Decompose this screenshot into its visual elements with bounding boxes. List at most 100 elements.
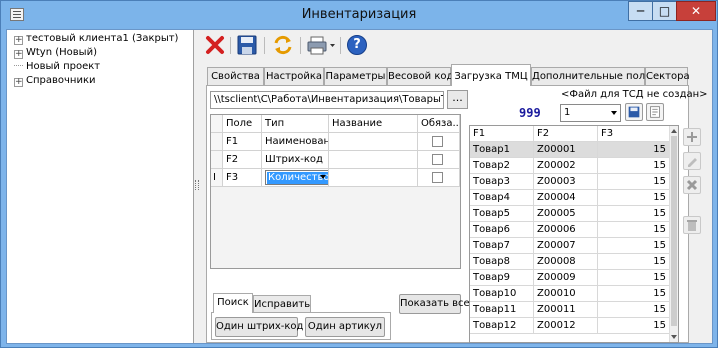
name-cell[interactable] (329, 133, 418, 151)
splitter-handle[interactable] (195, 30, 199, 343)
save-tsd-icon[interactable] (625, 103, 643, 121)
table-row[interactable]: Товар8 Z00008 15 (470, 254, 670, 270)
quantity-cell[interactable]: 15 (598, 158, 670, 174)
current-row-marker[interactable]: I (211, 169, 223, 187)
table-row[interactable]: F1 Наименование (211, 133, 460, 151)
type-cell[interactable]: Количество (262, 169, 329, 187)
code-cell[interactable]: Z00009 (534, 270, 598, 286)
type-dropdown[interactable]: Количество (265, 170, 328, 185)
show-all-button[interactable]: Показать все (399, 294, 470, 314)
file-path-input[interactable]: \\tsclient\C\Работа\Инвентаризация\Товар… (210, 91, 444, 109)
tsd-file-select[interactable]: 1 (560, 104, 621, 122)
quantity-cell[interactable]: 15 (598, 254, 670, 270)
chevron-down-icon[interactable] (320, 175, 326, 179)
table-row[interactable]: I F3 Количество (211, 169, 460, 187)
quantity-cell[interactable]: 15 (598, 286, 670, 302)
table-row[interactable]: Товар1 Z00001 15 (470, 142, 670, 158)
tab-fix[interactable]: Исправить (253, 295, 311, 313)
help-icon[interactable]: ? (347, 35, 367, 55)
type-cell[interactable]: Штрих-код (262, 151, 329, 169)
one-article-button[interactable]: Один артикул (305, 317, 385, 337)
name-cell[interactable]: Товар10 (470, 286, 534, 302)
tab-goods-import[interactable]: Загрузка ТМЦ (451, 64, 531, 86)
table-row[interactable]: Товар3 Z00003 15 (470, 174, 670, 190)
code-cell[interactable]: Z00010 (534, 286, 598, 302)
browse-button[interactable]: ... (447, 90, 468, 109)
name-cell[interactable]: Товар5 (470, 206, 534, 222)
expand-icon[interactable]: + (14, 36, 23, 45)
name-cell[interactable]: Товар8 (470, 254, 534, 270)
tab-sectors[interactable]: Сектора (645, 67, 690, 85)
name-cell[interactable]: Товар12 (470, 318, 534, 334)
tab-extra-fields[interactable]: Дополнительные поля (531, 67, 651, 85)
maximize-button[interactable]: □ (652, 1, 677, 21)
goods-data-grid[interactable]: F1 F2 F3 Товар1 Z00001 15 Товар2 Z00002 15 Тов… (469, 125, 679, 343)
project-tree[interactable]: + тестовый клиента1 (Закрыт) + Wtyn (Новый… (7, 30, 194, 343)
tree-item[interactable]: + Wtyn (Новый) (7, 46, 97, 60)
tree-item[interactable]: Новый проект (7, 60, 100, 74)
expand-icon[interactable]: + (14, 78, 23, 87)
column-header-required[interactable]: Обяза... (418, 115, 460, 133)
save-icon[interactable] (236, 34, 258, 56)
name-cell[interactable]: Товар6 (470, 222, 534, 238)
scroll-down-icon[interactable] (671, 335, 677, 339)
name-cell[interactable]: Товар9 (470, 270, 534, 286)
delete-icon[interactable] (204, 34, 226, 56)
code-cell[interactable]: Z00008 (534, 254, 598, 270)
edit-row-button[interactable] (683, 152, 701, 170)
quantity-cell[interactable]: 15 (598, 222, 670, 238)
required-checkbox[interactable] (432, 154, 443, 165)
code-cell[interactable]: Z00011 (534, 302, 598, 318)
tab-weight-code[interactable]: Весовой код (387, 67, 453, 85)
table-row[interactable]: Товар2 Z00002 15 (470, 158, 670, 174)
column-header-f2[interactable]: F2 (534, 126, 598, 142)
table-row[interactable]: Товар9 Z00009 15 (470, 270, 670, 286)
code-cell[interactable]: Z00012 (534, 318, 598, 334)
name-cell[interactable]: Товар7 (470, 238, 534, 254)
name-cell[interactable]: Товар1 (470, 142, 534, 158)
tree-item[interactable]: + тестовый клиента1 (Закрыт) (7, 32, 178, 46)
column-header-field[interactable]: Поле (223, 115, 262, 133)
scroll-thumb[interactable] (671, 136, 677, 326)
column-header-type[interactable]: Тип (262, 115, 329, 133)
field-cell[interactable]: F2 (223, 151, 262, 169)
quantity-cell[interactable]: 15 (598, 206, 670, 222)
table-row[interactable]: Товар10 Z00010 15 (470, 286, 670, 302)
table-row[interactable]: F2 Штрих-код (211, 151, 460, 169)
quantity-cell[interactable]: 15 (598, 238, 670, 254)
required-checkbox[interactable] (432, 172, 443, 183)
row-header-cell[interactable] (211, 151, 223, 169)
field-cell[interactable]: F3 (223, 169, 262, 187)
field-cell[interactable]: F1 (223, 133, 262, 151)
code-cell[interactable]: Z00004 (534, 190, 598, 206)
quantity-cell[interactable]: 15 (598, 142, 670, 158)
tree-item[interactable]: + Справочники (7, 74, 96, 88)
one-barcode-button[interactable]: Один штрих-код (215, 317, 303, 337)
table-row[interactable]: Товар12 Z00012 15 (470, 318, 670, 334)
chevron-down-icon[interactable] (611, 111, 617, 115)
column-header-f1[interactable]: F1 (470, 126, 534, 142)
code-cell[interactable]: Z00007 (534, 238, 598, 254)
close-button[interactable]: ✕ (676, 1, 716, 21)
minimize-button[interactable]: ─ (628, 1, 653, 21)
name-cell[interactable] (329, 151, 418, 169)
tab-properties[interactable]: Свойства (207, 67, 264, 85)
name-cell[interactable] (329, 169, 418, 187)
type-cell[interactable]: Наименование (262, 133, 329, 151)
quantity-cell[interactable]: 15 (598, 270, 670, 286)
column-header-name[interactable]: Название (329, 115, 418, 133)
quantity-cell[interactable]: 15 (598, 302, 670, 318)
code-cell[interactable]: Z00005 (534, 206, 598, 222)
name-cell[interactable]: Товар2 (470, 158, 534, 174)
table-row[interactable]: Товар11 Z00011 15 (470, 302, 670, 318)
quantity-cell[interactable]: 15 (598, 190, 670, 206)
refresh-icon[interactable] (272, 34, 294, 56)
tab-settings[interactable]: Настройка (264, 67, 324, 85)
print-icon[interactable] (306, 34, 336, 56)
table-row[interactable]: Товар6 Z00006 15 (470, 222, 670, 238)
add-row-button[interactable] (683, 128, 701, 146)
code-cell[interactable]: Z00006 (534, 222, 598, 238)
quantity-cell[interactable]: 15 (598, 174, 670, 190)
column-header-f3[interactable]: F3 (598, 126, 670, 142)
table-row[interactable]: Товар4 Z00004 15 (470, 190, 670, 206)
